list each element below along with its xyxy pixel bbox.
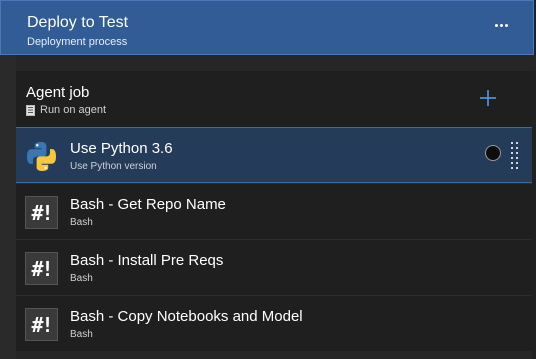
bash-icon: #! [25,308,58,341]
plus-icon[interactable] [478,88,498,108]
divider [0,55,536,71]
server-icon [26,104,35,116]
agent-job-run-on: Run on agent [40,104,107,116]
task-title: Bash - Copy Notebooks and Model [70,308,303,325]
task-subtitle: Bash [70,217,93,228]
bash-icon: #! [25,196,58,229]
ellipsis-icon[interactable] [491,15,511,35]
task-bash-copy-notebooks-and-model[interactable]: #! Bash - Copy Notebooks and Model Bash [16,296,532,352]
task-subtitle: Use Python version [70,161,157,172]
task-title: Bash - Get Repo Name [70,196,226,213]
status-toggle[interactable] [485,145,501,161]
agent-job[interactable]: Agent job Run on agent [16,71,532,127]
task-subtitle: Bash [70,329,93,340]
bash-icon: #! [25,252,58,285]
release-pipeline-panel: Deploy to Test Deployment process Agent … [0,0,536,359]
stage-title: Deploy to Test [27,14,129,31]
task-title: Use Python 3.6 [70,140,173,157]
python-icon [27,142,56,171]
agent-job-subtitle: Run on agent [26,104,106,116]
task-use-python[interactable]: Use Python 3.6 Use Python version [16,127,532,183]
task-bash-get-repo-name[interactable]: #! Bash - Get Repo Name Bash [16,184,532,240]
divider [16,351,532,359]
left-rail [0,55,16,359]
task-bash-install-pre-reqs[interactable]: #! Bash - Install Pre Reqs Bash [16,240,532,296]
task-title: Bash - Install Pre Reqs [70,252,224,269]
task-subtitle: Bash [70,273,93,284]
drag-handle-icon[interactable] [511,142,519,170]
stage-subtitle: Deployment process [27,36,128,48]
stage-header[interactable]: Deploy to Test Deployment process [0,0,534,55]
agent-job-title: Agent job [26,84,90,101]
